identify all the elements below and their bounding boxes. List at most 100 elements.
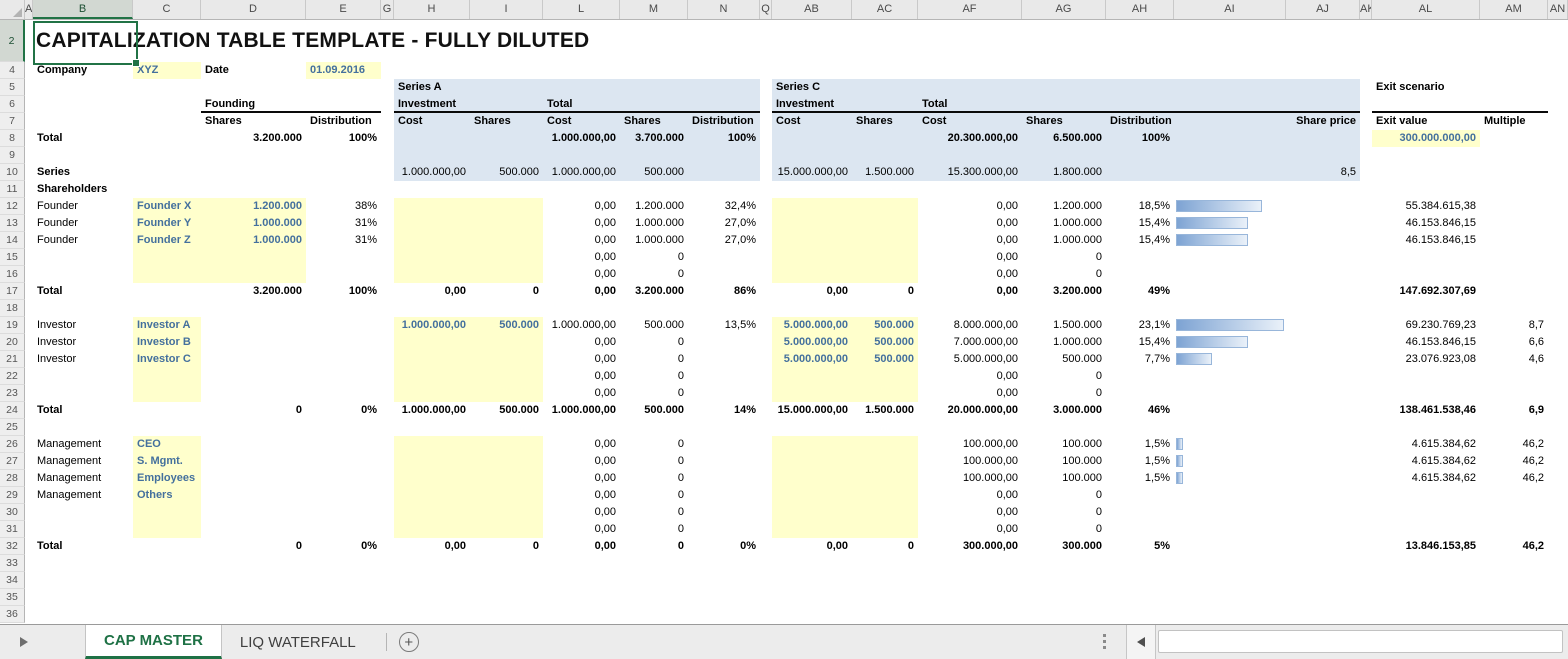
cell-AF18[interactable] [918, 300, 1022, 317]
cell-Q13[interactable] [760, 215, 772, 232]
cell-Q30[interactable] [760, 504, 772, 521]
cell-E19[interactable] [306, 317, 381, 334]
row-header-11[interactable]: 11 [0, 181, 25, 198]
cell-D5[interactable] [201, 79, 306, 96]
cell-AK12[interactable] [1360, 198, 1372, 215]
cell-E12[interactable]: 38% [306, 198, 381, 215]
cell-A17[interactable] [25, 283, 33, 300]
cell-AI10[interactable] [1174, 164, 1286, 181]
cell-M27[interactable]: 0 [620, 453, 688, 470]
cell-AH5[interactable] [1106, 79, 1174, 96]
cell-I19[interactable]: 500.000 [470, 317, 543, 334]
cell-I10[interactable]: 500.000 [470, 164, 543, 181]
cell-AN7[interactable] [1548, 113, 1568, 130]
cell-AG29[interactable]: 0 [1022, 487, 1106, 504]
cell-AM21[interactable]: 4,6 [1480, 351, 1548, 368]
cell-AK31[interactable] [1360, 521, 1372, 538]
row-header-13[interactable]: 13 [0, 215, 25, 232]
cell-AG16[interactable]: 0 [1022, 266, 1106, 283]
cell-AK33[interactable] [1360, 555, 1372, 572]
cell-H14[interactable] [394, 232, 470, 249]
cell-AN15[interactable] [1548, 249, 1568, 266]
cell-AK23[interactable] [1360, 385, 1372, 402]
cell-AH17[interactable]: 49% [1106, 283, 1174, 300]
cell-AJ18[interactable] [1286, 300, 1360, 317]
cell-AC18[interactable] [852, 300, 918, 317]
row-header-2[interactable]: 2 [0, 20, 25, 62]
cell-AK8[interactable] [1360, 130, 1372, 147]
cell-G24[interactable] [381, 402, 394, 419]
cell-H9[interactable] [394, 147, 470, 164]
cell-E24[interactable]: 0% [306, 402, 381, 419]
cell-AN35[interactable] [1548, 589, 1568, 606]
row-header-17[interactable]: 17 [0, 283, 25, 300]
cell-AH29[interactable] [1106, 487, 1174, 504]
cell-H33[interactable] [394, 555, 470, 572]
cell-M5[interactable] [620, 79, 688, 96]
cell-G16[interactable] [381, 266, 394, 283]
cell-N6[interactable] [688, 96, 760, 113]
column-header-H[interactable]: H [394, 0, 470, 19]
cell-G18[interactable] [381, 300, 394, 317]
cell-I9[interactable] [470, 147, 543, 164]
cell-AF14[interactable]: 0,00 [918, 232, 1022, 249]
cell-B17[interactable]: Total [33, 283, 133, 300]
cell-E15[interactable] [306, 249, 381, 266]
cell-AI36[interactable] [1174, 606, 1286, 623]
cell-M32[interactable]: 0 [620, 538, 688, 555]
cell-AL11[interactable] [1372, 181, 1480, 198]
cell-AL10[interactable] [1372, 164, 1480, 181]
cell-M4[interactable] [620, 62, 688, 79]
row-header-24[interactable]: 24 [0, 402, 25, 419]
cell-N5[interactable] [688, 79, 760, 96]
cell-E35[interactable] [306, 589, 381, 606]
cell-G27[interactable] [381, 453, 394, 470]
cell-AJ32[interactable] [1286, 538, 1360, 555]
cell-G34[interactable] [381, 572, 394, 589]
cell-A19[interactable] [25, 317, 33, 334]
cell-N9[interactable] [688, 147, 760, 164]
cell-D9[interactable] [201, 147, 306, 164]
cell-Q23[interactable] [760, 385, 772, 402]
cell-AI26[interactable] [1174, 436, 1286, 453]
cell-Q18[interactable] [760, 300, 772, 317]
cell-N11[interactable] [688, 181, 760, 198]
cell-H30[interactable] [394, 504, 470, 521]
cell-G26[interactable] [381, 436, 394, 453]
cell-D31[interactable] [201, 521, 306, 538]
cell-A28[interactable] [25, 470, 33, 487]
cell-AI11[interactable] [1174, 181, 1286, 198]
cell-AM31[interactable] [1480, 521, 1548, 538]
cell-Q11[interactable] [760, 181, 772, 198]
cell-H34[interactable] [394, 572, 470, 589]
cell-AF26[interactable]: 100.000,00 [918, 436, 1022, 453]
cell-H18[interactable] [394, 300, 470, 317]
cell-Q14[interactable] [760, 232, 772, 249]
cell-AI21[interactable] [1174, 351, 1286, 368]
cell-I32[interactable]: 0 [470, 538, 543, 555]
cell-AC32[interactable]: 0 [852, 538, 918, 555]
cell-A5[interactable] [25, 79, 33, 96]
cell-C14[interactable]: Founder Z [133, 232, 201, 249]
cell-N27[interactable] [688, 453, 760, 470]
cell-M22[interactable]: 0 [620, 368, 688, 385]
cell-AI13[interactable] [1174, 215, 1286, 232]
cell-G36[interactable] [381, 606, 394, 623]
row-header-14[interactable]: 14 [0, 232, 25, 249]
cell-AC24[interactable]: 1.500.000 [852, 402, 918, 419]
cell-AC7[interactable]: Shares [852, 113, 918, 130]
cell-AG20[interactable]: 1.000.000 [1022, 334, 1106, 351]
cell-AJ21[interactable] [1286, 351, 1360, 368]
cell-AH31[interactable] [1106, 521, 1174, 538]
row-header-19[interactable]: 19 [0, 317, 25, 334]
cell-AG12[interactable]: 1.200.000 [1022, 198, 1106, 215]
cell-AJ5[interactable] [1286, 79, 1360, 96]
cell-AB17[interactable]: 0,00 [772, 283, 852, 300]
cell-AI22[interactable] [1174, 368, 1286, 385]
cell-AL30[interactable] [1372, 504, 1480, 521]
row-header-32[interactable]: 32 [0, 538, 25, 555]
cell-E9[interactable] [306, 147, 381, 164]
cell-AL26[interactable]: 4.615.384,62 [1372, 436, 1480, 453]
cell-Q16[interactable] [760, 266, 772, 283]
cell-A26[interactable] [25, 436, 33, 453]
